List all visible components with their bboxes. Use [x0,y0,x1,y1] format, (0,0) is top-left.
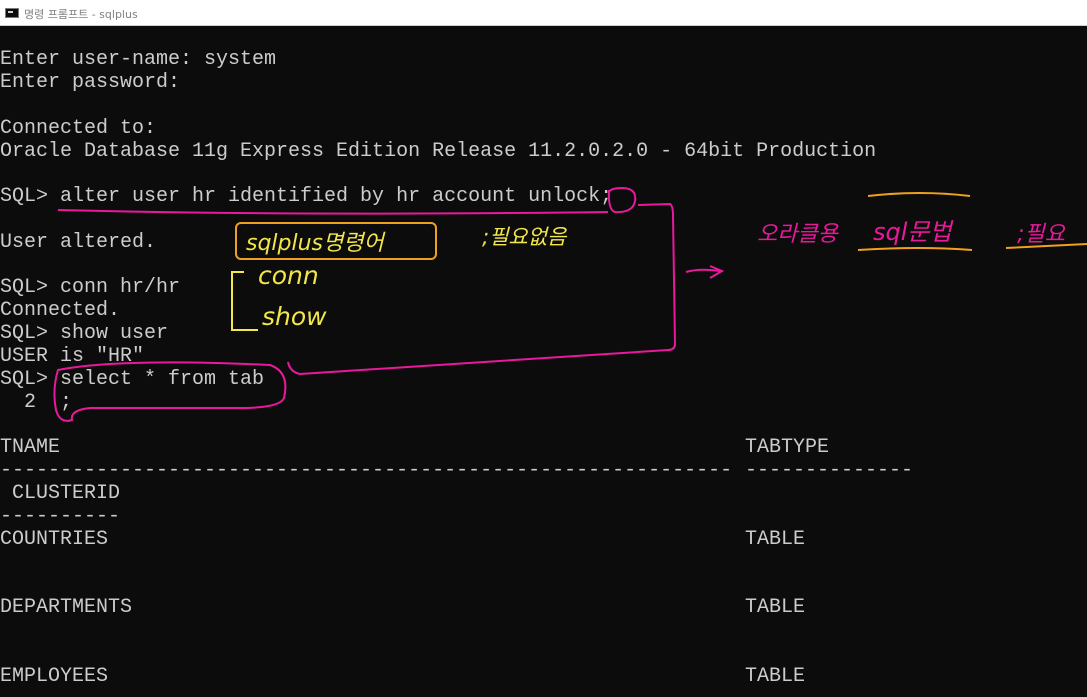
console-line: Oracle Database 11g Express Edition Rele… [0,140,877,163]
console-line: SQL> conn hr/hr [0,276,181,299]
window-title: 명령 프롬프트 - sqlplus [24,8,138,21]
console-line: Enter password: [0,71,181,94]
console-line: User altered. [0,231,157,254]
console-line: Enter user-name: system [0,48,277,71]
console-line: SQL> alter user hr identified by hr acco… [0,185,613,208]
console-line: USER is "HR" [0,345,145,368]
console-line: SQL> select * from tab [0,368,265,391]
console-line: Connected to: [0,117,157,140]
column-separator: -------------- [745,459,914,482]
cmd-icon [5,8,19,18]
table-row-tname: EMPLOYEES [0,665,109,688]
column-separator: ---------- [0,505,121,528]
console-line: 2 ; [0,391,73,414]
title-bar: 명령 프롬프트 - sqlplus [0,0,1087,26]
column-header-clusterid: CLUSTERID [0,482,121,505]
console-line: Connected. [0,299,121,322]
table-row-tabtype: TABLE [745,665,806,688]
column-separator: ----------------------------------------… [0,459,733,482]
table-row-tabtype: TABLE [745,528,806,551]
column-header-tabtype: TABTYPE [745,436,830,459]
table-row-tname: DEPARTMENTS [0,596,133,619]
column-header-tname: TNAME [0,436,61,459]
table-row-tname: COUNTRIES [0,528,109,551]
console-output[interactable]: Enter user-name: system Enter password: … [0,26,1087,697]
table-row-tabtype: TABLE [745,596,806,619]
console-line: SQL> show user [0,322,169,345]
